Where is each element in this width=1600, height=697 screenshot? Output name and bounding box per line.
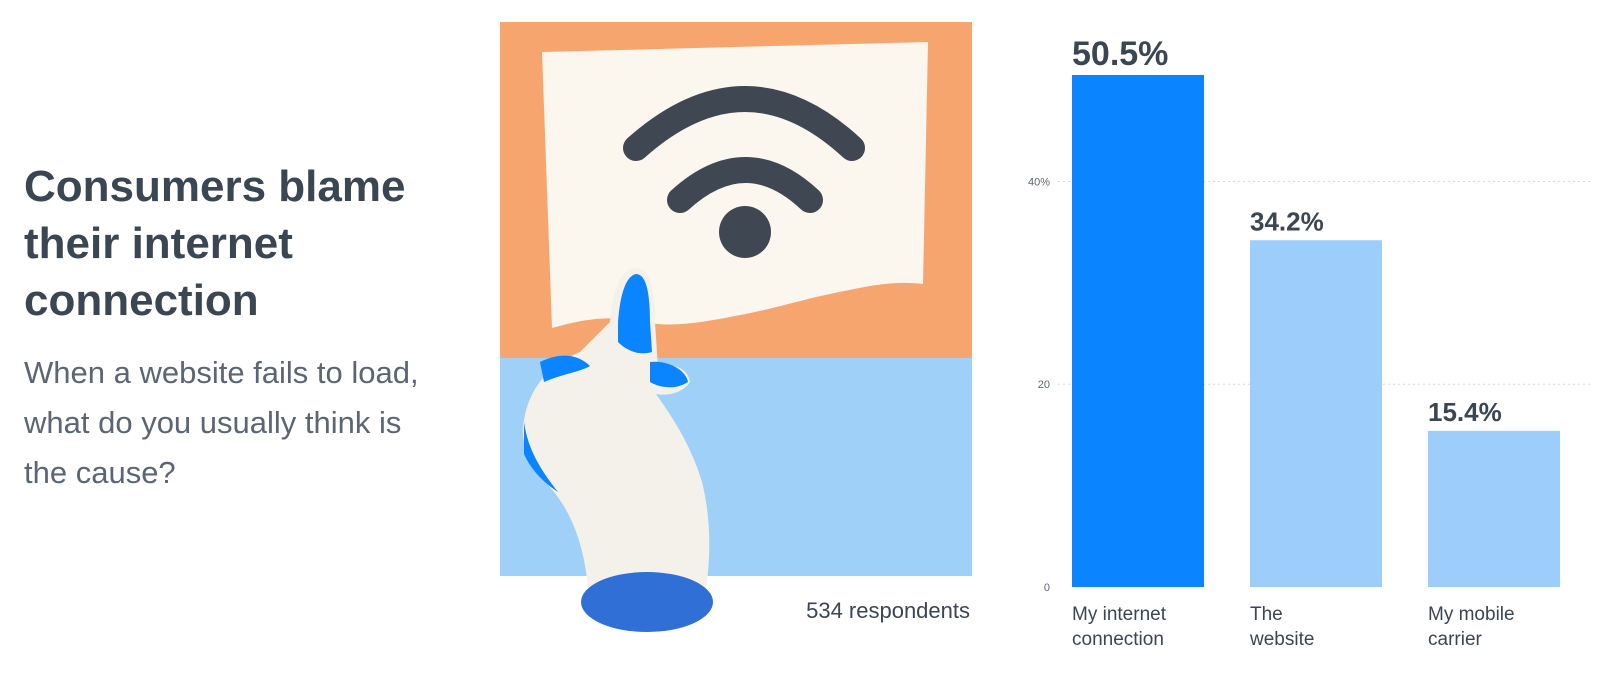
x-tick-label: My internet connection <box>1072 604 1167 650</box>
bar <box>1428 430 1560 587</box>
data-label: 50.5% <box>1072 35 1168 73</box>
data-label: 15.4% <box>1428 397 1502 427</box>
x-tick-label: My mobile carrier <box>1428 604 1515 650</box>
wifi-dot <box>719 206 771 258</box>
bar <box>1072 75 1204 587</box>
respondents-count: 534 respondents <box>806 598 970 623</box>
bar <box>1250 240 1382 587</box>
data-label: 34.2% <box>1250 206 1324 236</box>
y-tick-label: 20 <box>1038 379 1050 391</box>
y-tick-label: 0 <box>1044 582 1050 594</box>
y-tick-label: 40% <box>1028 176 1050 188</box>
chart-title: Consumers blame their internet connectio… <box>24 162 406 325</box>
sleeve-cuff <box>581 572 713 632</box>
chart-subtitle: When a website fails to load, what do yo… <box>24 355 419 490</box>
wifi-hand-illustration <box>500 22 972 632</box>
bar-chart: 0 20 40% 50.5% My internet connection 34.2% The… <box>1028 35 1590 650</box>
x-tick-label: The website <box>1249 604 1314 650</box>
paper-sheet <box>542 42 928 328</box>
